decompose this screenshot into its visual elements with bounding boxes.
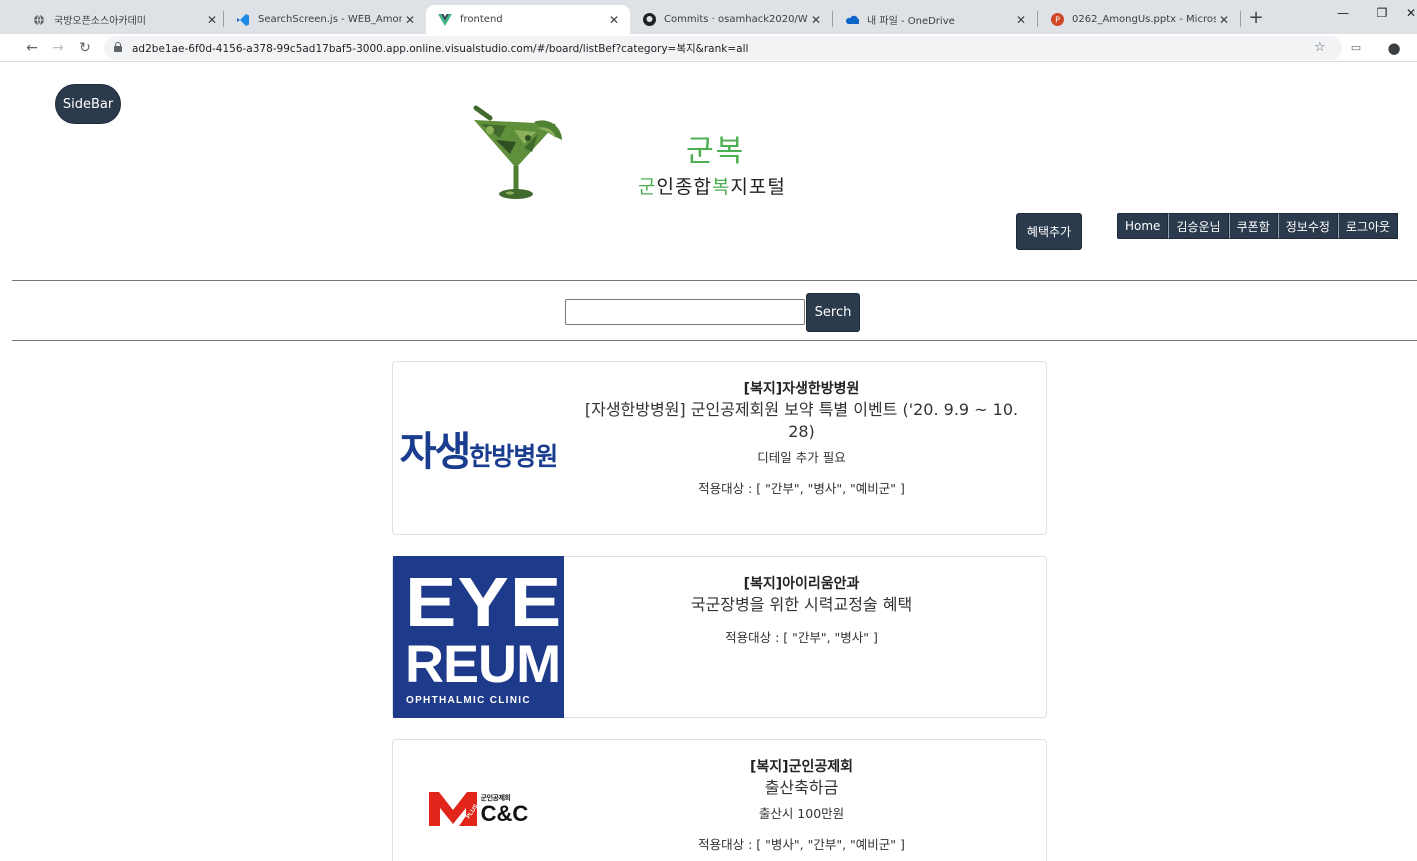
- card-detail: 디테일 추가 필요: [757, 450, 846, 465]
- profile-icon[interactable]: ●: [1383, 37, 1405, 59]
- back-icon[interactable]: ←: [22, 38, 42, 58]
- logo-text: C&C: [480, 801, 529, 826]
- brand-sub-part: 인종합: [656, 176, 712, 198]
- search-input[interactable]: [565, 299, 805, 325]
- brand-title: 군복: [686, 134, 746, 169]
- card-detail: 출산시 100만원: [758, 806, 845, 821]
- brand-subtitle: 군인종합복지포털: [638, 172, 786, 199]
- tab-title: frontend: [460, 14, 503, 25]
- tab-title: 내 파일 - OneDrive: [867, 16, 955, 27]
- close-icon[interactable]: ✕: [1013, 13, 1029, 27]
- cocktail-logo: [473, 105, 562, 199]
- address-bar[interactable]: ad2be1ae-6f0d-4156-a378-99c5ad17baf5-300…: [104, 36, 1342, 60]
- browser-tab[interactable]: 내 파일 - OneDrive ✕: [833, 5, 1037, 34]
- github-icon: [642, 13, 656, 27]
- nav-home[interactable]: Home: [1117, 213, 1169, 239]
- browser-tab[interactable]: P 0262_AmongUs.pptx - Microsoft ✕: [1038, 5, 1240, 34]
- browser-toolbar: ← → ↻ ad2be1ae-6f0d-4156-a378-99c5ad17ba…: [0, 34, 1417, 62]
- sidebar-button[interactable]: SideBar: [55, 84, 121, 124]
- card-target: 적용대상 : [ "병사", "간부", "예비군" ]: [698, 837, 905, 852]
- card-target: 적용대상 : [ "간부", "병사" ]: [725, 630, 878, 645]
- close-icon[interactable]: ✕: [808, 13, 824, 27]
- card-description: 출산축하금: [764, 778, 839, 797]
- divider: [12, 280, 1417, 281]
- browser-tab[interactable]: Commits · osamhack2020/WEB_ ✕: [630, 5, 832, 34]
- logo-text: 자생: [399, 429, 472, 475]
- cc-logo: PLUS 군인공제회 C&C: [393, 740, 564, 861]
- card-target: 적용대상 : [ "간부", "병사", "예비군" ]: [698, 481, 905, 496]
- onedrive-icon: [845, 13, 859, 27]
- browser-tab[interactable]: 국방오픈소스아카데미 ✕: [20, 5, 228, 34]
- card-description: [자생한방병원] 군인공제회원 보약 특별 이벤트 ('20. 9.9 ~ 10…: [584, 400, 1019, 441]
- nav-coupons[interactable]: 쿠폰함: [1228, 213, 1278, 239]
- browser-tab[interactable]: SearchScreen.js - WEB_AmongU ✕: [224, 5, 426, 34]
- minimize-icon[interactable]: —: [1333, 6, 1353, 20]
- url-text: ad2be1ae-6f0d-4156-a378-99c5ad17baf5-300…: [132, 43, 749, 55]
- card-body: [복지]군인공제회 출산축하금 출산시 100만원 적용대상 : [ "병사",…: [573, 758, 1030, 854]
- lock-icon: [114, 42, 122, 52]
- vue-icon: [438, 13, 452, 27]
- top-nav: Home 김승운님 쿠폰함 정보수정 로그아웃: [1117, 213, 1399, 239]
- close-icon[interactable]: ✕: [204, 13, 220, 27]
- benefit-card[interactable]: 자생한방병원 [복지]자생한방병원 [자생한방병원] 군인공제회원 보약 특별 …: [392, 361, 1047, 535]
- brand-sub-part: 지포털: [730, 176, 786, 198]
- restore-icon[interactable]: ❐: [1372, 6, 1392, 20]
- brand-sub-part: 군: [638, 176, 657, 198]
- cast-icon[interactable]: ▭: [1346, 38, 1366, 58]
- logo-text: 한방병원: [469, 442, 558, 471]
- tab-title: Commits · osamhack2020/WEB_: [664, 14, 808, 25]
- reload-icon[interactable]: ↻: [75, 38, 95, 58]
- nav-edit-profile[interactable]: 정보수정: [1277, 213, 1338, 239]
- powerpoint-icon: P: [1050, 13, 1064, 27]
- card-body: [복지]아이리움안과 국군장병을 위한 시력교정술 혜택 적용대상 : [ "간…: [573, 575, 1030, 647]
- browser-tab-bar: 국방오픈소스아카데미 ✕ SearchScreen.js - WEB_Among…: [0, 0, 1417, 34]
- new-tab-icon[interactable]: +: [1245, 8, 1267, 30]
- nav-logout[interactable]: 로그아웃: [1337, 213, 1399, 239]
- svg-text:P: P: [1055, 16, 1060, 25]
- logo-text: EYE: [405, 563, 563, 641]
- card-description: 국군장병을 위한 시력교정술 혜택: [690, 595, 913, 614]
- logo-text: REUM: [405, 635, 561, 694]
- m-plus-icon: PLUS: [428, 792, 477, 826]
- eyereum-logo: EYE REUM OPHTHALMIC CLINIC: [393, 556, 564, 718]
- vscode-icon: [236, 13, 250, 27]
- logo-text: OPHTHALMIC CLINIC: [406, 695, 531, 706]
- browser-tab-active[interactable]: frontend ✕: [426, 5, 630, 34]
- tab-title: 0262_AmongUs.pptx - Microsoft: [1072, 14, 1216, 25]
- close-icon[interactable]: ✕: [402, 13, 418, 27]
- close-icon[interactable]: ✕: [606, 13, 622, 27]
- globe-icon: [32, 13, 46, 27]
- nav-user[interactable]: 김승운님: [1168, 213, 1229, 239]
- search-button[interactable]: Serch: [806, 293, 860, 332]
- benefit-card[interactable]: EYE REUM OPHTHALMIC CLINIC [복지]아이리움안과 국군…: [392, 556, 1047, 718]
- jaseng-logo: 자생한방병원: [393, 362, 564, 534]
- brand-sub-part: 복: [711, 176, 731, 198]
- forward-icon[interactable]: →: [48, 38, 68, 58]
- star-icon[interactable]: ☆: [1314, 40, 1326, 55]
- card-body: [복지]자생한방병원 [자생한방병원] 군인공제회원 보약 특별 이벤트 ('2…: [573, 380, 1030, 498]
- close-window-icon[interactable]: ✕: [1405, 6, 1417, 20]
- divider: [12, 340, 1417, 341]
- tab-separator: [1240, 11, 1241, 27]
- tab-title: SearchScreen.js - WEB_AmongU: [258, 14, 402, 25]
- card-title: [복지]아이리움안과: [743, 576, 860, 592]
- benefit-card[interactable]: PLUS 군인공제회 C&C [복지]군인공제회 출산축하금 출산시 100만원…: [392, 739, 1047, 861]
- close-icon[interactable]: ✕: [1216, 13, 1232, 27]
- add-benefit-button[interactable]: 혜택추가: [1016, 213, 1082, 250]
- card-title: [복지]군인공제회: [750, 759, 853, 775]
- card-title: [복지]자생한방병원: [743, 381, 860, 397]
- tab-title: 국방오픈소스아카데미: [54, 16, 146, 27]
